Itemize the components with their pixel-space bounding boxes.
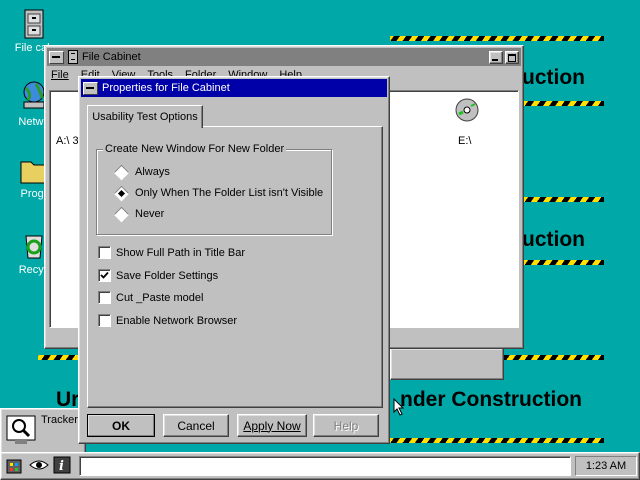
checkbox-save-folder-settings[interactable]: Save Folder Settings (98, 269, 218, 282)
magnifier-monitor-icon (6, 415, 36, 444)
checkbox-save-folder-settings-box[interactable] (98, 269, 111, 282)
tab-panel: Create New Window For New Folder Always … (87, 126, 383, 408)
cancel-button[interactable]: Cancel (163, 414, 229, 437)
minimize-icon (492, 58, 498, 61)
menu-file[interactable]: File (51, 69, 69, 81)
radio-always-indicator[interactable] (113, 164, 130, 180)
help-book-icon[interactable]: i (53, 456, 71, 474)
radio-only-when-hidden[interactable]: Only When The Folder List isn't Visible (113, 185, 323, 201)
tab-usability-test-options[interactable]: Usability Test Options (87, 105, 203, 128)
tracker-label: Tracker (41, 414, 78, 426)
tracker-window[interactable]: Tracker (0, 408, 86, 454)
construction-banner-2: uction (522, 228, 585, 251)
mouse-cursor-icon (393, 398, 405, 416)
dialog-titlebar[interactable]: Properties for File Cabinet (81, 79, 387, 97)
dialog-title: Properties for File Cabinet (102, 82, 230, 94)
checkbox-show-full-path[interactable]: Show Full Path in Title Bar (98, 246, 245, 259)
radio-never-indicator[interactable] (113, 206, 130, 222)
maximize-icon (508, 53, 516, 62)
taskbar-command-input[interactable] (79, 456, 571, 476)
hazard-stripe (522, 101, 604, 106)
checkbox-show-full-path-box[interactable] (98, 246, 111, 259)
drive-e-label[interactable]: E:\ (458, 135, 471, 147)
checkbox-enable-network-browser[interactable]: Enable Network Browser (98, 314, 237, 327)
file-cabinet-title: File Cabinet (82, 51, 141, 63)
radio-never[interactable]: Never (113, 206, 164, 222)
start-building-icon[interactable] (5, 456, 25, 474)
help-button[interactable]: Help (313, 414, 379, 437)
file-cabinet-icon (24, 9, 44, 39)
radio-always[interactable]: Always (113, 164, 170, 180)
svg-text:i: i (59, 459, 64, 474)
apply-now-button[interactable]: Apply Now (237, 414, 307, 437)
construction-banner-3-right: nder Construction (400, 388, 582, 411)
hazard-stripe (390, 36, 604, 41)
taskbar-clock: 1:23 AM (575, 456, 637, 476)
construction-panel (390, 348, 504, 380)
construction-banner-1: uction (522, 66, 585, 89)
checkmark-icon (100, 271, 109, 279)
group-label: Create New Window For New Folder (103, 143, 287, 155)
checkbox-cut-paste-model[interactable]: Cut _Paste model (98, 291, 203, 304)
cd-drive-icon[interactable] (454, 97, 480, 123)
taskbar: i 1:23 AM (0, 452, 640, 480)
eye-icon[interactable] (29, 456, 49, 474)
dialog-system-menu-icon[interactable] (83, 81, 98, 95)
minimize-button[interactable] (489, 50, 503, 64)
hazard-stripe (390, 438, 604, 443)
maximize-button[interactable] (505, 50, 519, 64)
hazard-stripe (522, 197, 604, 202)
checkbox-network-browser-box[interactable] (98, 314, 111, 327)
file-cabinet-small-icon (68, 50, 78, 64)
file-cabinet-titlebar[interactable]: File Cabinet (47, 48, 521, 66)
drive-a-label[interactable]: A:\ 3 (56, 135, 79, 147)
ok-button[interactable]: OK (87, 414, 155, 437)
properties-dialog[interactable]: Properties for File Cabinet Usability Te… (78, 76, 390, 444)
radio-only-when-indicator[interactable] (113, 185, 130, 201)
checkbox-cut-paste-box[interactable] (98, 291, 111, 304)
tab-label: Usability Test Options (92, 111, 198, 123)
hazard-stripe (522, 260, 604, 265)
system-menu-icon[interactable] (49, 50, 64, 64)
